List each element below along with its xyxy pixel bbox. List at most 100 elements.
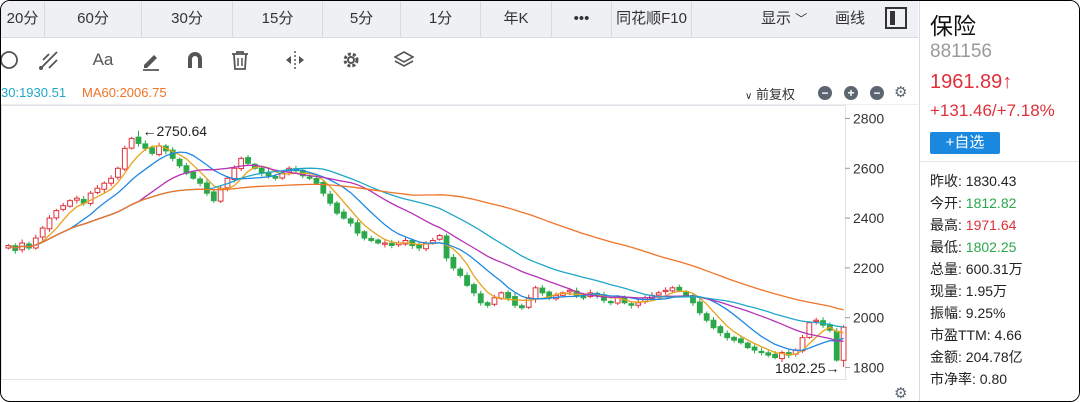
settings-gear-icon[interactable]: ⚙	[894, 83, 907, 101]
candle-body	[662, 289, 669, 293]
stat-row: 现量: 1.95万	[930, 281, 1007, 301]
kline-chart[interactable]: 2800 2600 2400 2200 2000 1800 ←2750.64 1802.25→…	[1, 105, 918, 401]
candle-body	[197, 178, 203, 184]
candle-body	[518, 305, 525, 309]
kline-svg: 2800 2600 2400 2200 2000 1800 ←2750.64 1802.25→…	[1, 105, 907, 401]
display-label: 显示	[761, 10, 792, 27]
candle-body	[491, 297, 498, 305]
chevron-down-icon: ∨	[745, 91, 753, 102]
tab-20min[interactable]: 20分	[1, 1, 45, 37]
tab-more[interactable]: •••	[552, 1, 612, 37]
stat-row: 最低: 1802.25	[930, 237, 1016, 257]
candle-body	[176, 158, 183, 167]
tab-60min[interactable]: 60分	[45, 1, 142, 37]
candle-body	[676, 286, 683, 291]
stat-label: 最高:	[930, 217, 966, 233]
candle-body	[471, 284, 477, 294]
stat-value: 1812.82	[965, 195, 1017, 211]
ma30-value: 30:1930.51	[1, 85, 67, 100]
candle-body	[772, 353, 779, 359]
candle-body	[347, 218, 354, 224]
stat-value: 600.31万	[965, 261, 1023, 277]
candle-body	[108, 177, 115, 184]
fibonacci-tool-icon[interactable]	[35, 46, 63, 74]
price-change: +131.46/+7.18%	[930, 101, 1055, 120]
stat-value: 1802.25	[965, 239, 1017, 255]
adjust-dropdown[interactable]: ∨ 前复权	[745, 84, 795, 103]
pencil-icon[interactable]	[137, 46, 165, 74]
drawline-button[interactable]: 画线	[835, 1, 865, 37]
tab-5min[interactable]: 5分	[323, 1, 401, 37]
candle-body	[238, 157, 245, 170]
candle-body	[813, 319, 820, 322]
tab-yearly[interactable]: 年K	[481, 1, 552, 37]
candle-body	[628, 303, 635, 306]
stat-label: 总量:	[930, 261, 966, 277]
ma60-value: MA60:2006.75	[82, 85, 167, 100]
tab-30min[interactable]: 30分	[142, 1, 233, 37]
candle-body	[149, 147, 156, 154]
zoom-out-icon[interactable]: −	[870, 86, 884, 100]
candle-body	[306, 176, 313, 179]
y-tick-label: 2000	[853, 310, 884, 326]
quote-panel: 保险 881156 1961.89↑ +131.46/+7.18% +自选 昨收…	[919, 1, 1079, 401]
bottom-gear-icon: ⚙	[894, 384, 907, 401]
candle-body	[32, 237, 39, 249]
display-dropdown[interactable]: 显示 ﹀	[761, 1, 807, 37]
stat-label: 市净率:	[930, 371, 980, 387]
gear-icon[interactable]	[337, 46, 365, 74]
candle-body	[204, 182, 210, 194]
layers-icon[interactable]	[390, 46, 418, 74]
candle-body	[115, 167, 121, 178]
tab-f10[interactable]: 同花顺F10	[612, 1, 692, 37]
candle-body	[210, 191, 217, 202]
candle-body	[334, 202, 340, 214]
adjust-label: 前复权	[755, 87, 795, 102]
candle-body	[566, 289, 573, 293]
candle-body	[53, 210, 60, 219]
candle-body	[101, 182, 108, 190]
collapse-icon[interactable]: −	[818, 86, 832, 100]
candle-body	[121, 147, 128, 170]
stat-row: 昨收: 1830.43	[930, 171, 1016, 191]
stat-row: 振幅: 9.25%	[930, 303, 1005, 323]
zoom-in-icon[interactable]: +	[844, 86, 858, 100]
add-watchlist-button[interactable]: +自选	[930, 132, 1000, 154]
y-tick-label: 1800	[853, 360, 884, 376]
stat-value: 1830.43	[965, 173, 1017, 189]
candle-body	[464, 275, 470, 286]
stat-value: 1971.64	[965, 217, 1017, 233]
panel-toggle-icon[interactable]	[885, 7, 907, 29]
candle-body	[737, 338, 744, 344]
stat-label: 市盈TTM:	[930, 327, 995, 343]
candle-body	[703, 313, 710, 321]
compare-icon[interactable]	[281, 46, 309, 74]
tab-1min[interactable]: 1分	[401, 1, 481, 37]
text-tool-icon[interactable]: Aa	[85, 46, 121, 74]
candle-body	[429, 240, 436, 244]
candle-body	[443, 235, 450, 259]
candle-body	[484, 302, 491, 306]
candle-body	[539, 287, 546, 294]
stat-value: 0.80	[979, 371, 1008, 387]
stat-row: 最高: 1971.64	[930, 215, 1016, 235]
tab-15min[interactable]: 15分	[233, 1, 323, 37]
candle-body	[457, 268, 464, 276]
y-tick-label: 2200	[853, 260, 884, 276]
low-annotation: 1802.25→	[775, 360, 840, 376]
candle-body	[696, 301, 703, 314]
app-window: 20分 60分 30分 15分 5分 1分 年K ••• 同花顺F10 显示 ﹀…	[0, 0, 1080, 402]
trash-icon[interactable]	[226, 46, 254, 74]
candle-body	[512, 296, 518, 306]
candle-body	[94, 187, 101, 193]
candle-body	[327, 193, 334, 204]
ma20-line	[8, 164, 844, 342]
candle-body	[368, 238, 375, 242]
current-price: 1961.89↑	[930, 71, 1013, 93]
candle-body	[60, 205, 67, 210]
magnet-icon[interactable]	[181, 46, 209, 74]
circle-tool-icon[interactable]	[1, 46, 23, 74]
stock-code: 881156	[930, 41, 992, 62]
candle-body	[731, 336, 737, 341]
candle-body	[669, 287, 676, 292]
